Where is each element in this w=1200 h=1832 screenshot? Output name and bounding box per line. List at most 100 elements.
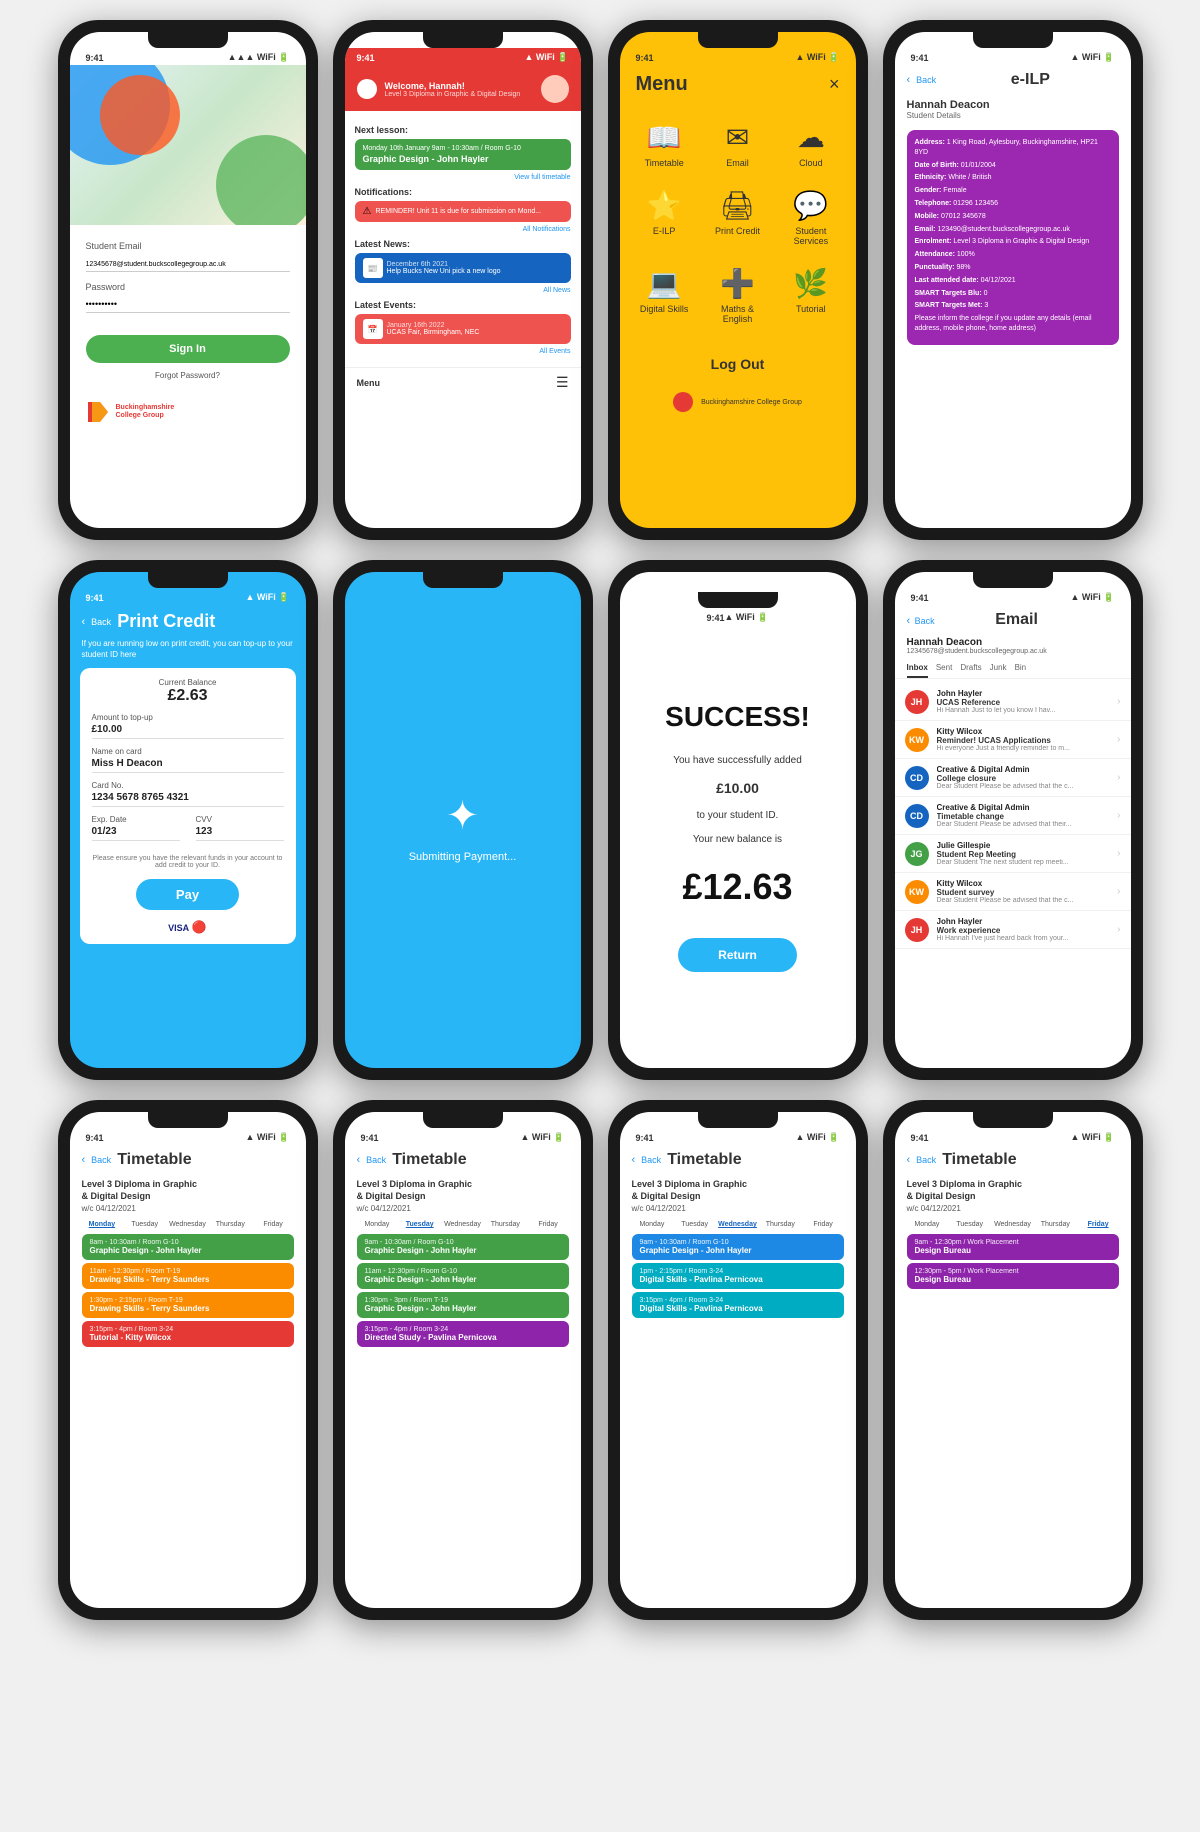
logout-button[interactable]: Log Out (620, 344, 856, 384)
all-notifications-link[interactable]: All Notifications (355, 226, 571, 233)
tab-bin[interactable]: Bin (1015, 659, 1027, 678)
all-events-link[interactable]: All Events (355, 348, 571, 355)
footer-logo-icon (673, 392, 693, 412)
timetable-info: Level 3 Diploma in Graphic& Digital Desi… (895, 1175, 1131, 1221)
return-button[interactable]: Return (678, 938, 797, 972)
day-monday[interactable]: Monday (632, 1221, 673, 1228)
top-up-row: Amount to top-up £10.00 (92, 713, 284, 739)
header-logo (357, 79, 377, 99)
day-thursday[interactable]: Thursday (760, 1221, 801, 1228)
phone-eilp: 9:41 ▲ WiFi 🔋 ‹ Back e-ILP Hannah Deacon… (883, 20, 1143, 540)
menu-item-tutorial[interactable]: 🌿 Tutorial (774, 258, 847, 336)
day-tuesday[interactable]: Tuesday (949, 1221, 990, 1228)
email-item-3[interactable]: CD Creative & Digital Admin College clos… (895, 759, 1131, 797)
top-up-value: £10.00 (92, 724, 284, 739)
eilp-label: E-ILP (653, 226, 676, 236)
eilp-attendance: Attendance: 100% (915, 250, 1111, 260)
notification-card[interactable]: ⚠ REMINDER! Unit 11 is due for submissio… (355, 201, 571, 222)
tab-sent[interactable]: Sent (936, 659, 952, 678)
lesson-1-time: 9am - 12:30pm / Work Placement (915, 1239, 1111, 1246)
day-thursday[interactable]: Thursday (210, 1221, 251, 1228)
email-input[interactable] (86, 258, 290, 272)
email-item-7[interactable]: JH John Hayler Work experience Hi Hannah… (895, 911, 1131, 949)
notch (973, 32, 1053, 48)
menu-item-timetable[interactable]: 📖 Timetable (628, 112, 701, 180)
menu-item-eilp[interactable]: ⭐ E-ILP (628, 180, 701, 258)
day-thursday[interactable]: Thursday (485, 1221, 526, 1228)
tab-inbox[interactable]: Inbox (907, 659, 928, 678)
email-item-2[interactable]: KW Kitty Wilcox Reminder! UCAS Applicati… (895, 721, 1131, 759)
day-monday[interactable]: Monday (907, 1221, 948, 1228)
tab-drafts[interactable]: Drafts (960, 659, 981, 678)
day-monday[interactable]: Monday (82, 1221, 123, 1228)
day-monday[interactable]: Monday (357, 1221, 398, 1228)
day-tuesday[interactable]: Tuesday (399, 1221, 440, 1228)
lesson-4-time: 3:15pm - 4pm / Room 3-24 (90, 1326, 286, 1333)
day-friday[interactable]: Friday (803, 1221, 844, 1228)
back-text[interactable]: Back (366, 1155, 386, 1165)
status-bar: 9:41 ▲ WiFi 🔋 (895, 588, 1131, 605)
day-friday[interactable]: Friday (253, 1221, 294, 1228)
all-news-link[interactable]: All News (355, 287, 571, 294)
phone-welcome: 9:41 ▲ WiFi 🔋 Welcome, Hannah! Level 3 D… (333, 20, 593, 540)
back-text[interactable]: Back (915, 616, 935, 626)
menu-item-cloud[interactable]: ☁ Cloud (774, 112, 847, 180)
exp-value: 01/23 (92, 826, 180, 841)
email-sender-4: Creative & Digital Admin (937, 803, 1110, 812)
close-icon[interactable]: × (829, 74, 840, 95)
menu-item-maths-english[interactable]: ➕ Maths & English (701, 258, 774, 336)
forgot-password[interactable]: Forgot Password? (86, 371, 290, 380)
screen-timetable-wednesday: 9:41 ▲ WiFi 🔋 ‹ Back Timetable Level 3 D… (620, 1112, 856, 1608)
back-text[interactable]: Back (641, 1155, 661, 1165)
day-friday[interactable]: Friday (528, 1221, 569, 1228)
day-thursday[interactable]: Thursday (1035, 1221, 1076, 1228)
notif-text: REMINDER! Unit 11 is due for submission … (375, 208, 562, 215)
back-text[interactable]: Back (91, 617, 111, 627)
next-lesson-card[interactable]: Monday 10th January 9am - 10:30am / Room… (355, 139, 571, 170)
day-wednesday[interactable]: Wednesday (442, 1221, 483, 1228)
day-wednesday[interactable]: Wednesday (717, 1221, 758, 1228)
events-card[interactable]: 📅 January 16th 2022 UCAS Fair, Birmingha… (355, 314, 571, 344)
print-header: ‹ Back Print Credit (70, 605, 306, 638)
password-input[interactable] (86, 296, 290, 313)
day-tuesday[interactable]: Tuesday (674, 1221, 715, 1228)
email-user-info: Hannah Deacon 12345678@student.buckscoll… (895, 635, 1131, 659)
back-arrow-icon: ‹ (82, 1154, 86, 1166)
news-card[interactable]: 📰 December 6th 2021 Help Bucks New Uni p… (355, 253, 571, 283)
day-labels: Monday Tuesday Wednesday Thursday Friday (895, 1221, 1131, 1228)
time: 9:41 (911, 593, 929, 603)
timetable-course: Level 3 Diploma in Graphic& Digital Desi… (632, 1179, 844, 1202)
email-sender-2: Kitty Wilcox (937, 727, 1110, 736)
chevron-right-icon: › (1117, 810, 1120, 821)
email-item-1[interactable]: JH John Hayler UCAS Reference Hi Hannah … (895, 683, 1131, 721)
signal: ▲ WiFi 🔋 (524, 52, 568, 63)
day-friday[interactable]: Friday (1078, 1221, 1119, 1228)
view-timetable-link[interactable]: View full timetable (355, 174, 571, 181)
menu-item-print[interactable]: 🖨 Print Credit (701, 180, 774, 258)
back-text[interactable]: Back (91, 1155, 111, 1165)
news-content: December 6th 2021 Help Bucks New Uni pic… (387, 261, 501, 275)
back-text[interactable]: Back (916, 1155, 936, 1165)
exp-label: Exp. Date (92, 815, 180, 824)
eilp-email: Email: 123490@student.buckscollegegroup.… (915, 225, 1111, 235)
sign-in-button[interactable]: Sign In (86, 335, 290, 363)
cvv-value: 123 (196, 826, 284, 841)
lesson-3-name: Graphic Design - John Hayler (365, 1304, 561, 1313)
menu-item-digital-skills[interactable]: 💻 Digital Skills (628, 258, 701, 336)
menu-item-email[interactable]: ✉ Email (701, 112, 774, 180)
email-item-5[interactable]: JG Julie Gillespie Student Rep Meeting D… (895, 835, 1131, 873)
day-wednesday[interactable]: Wednesday (992, 1221, 1033, 1228)
pay-button[interactable]: Pay (136, 879, 239, 910)
tab-junk[interactable]: Junk (990, 659, 1007, 678)
card-logos: VISA 🔴 (92, 920, 284, 934)
email-item-4[interactable]: CD Creative & Digital Admin Timetable ch… (895, 797, 1131, 835)
day-tuesday[interactable]: Tuesday (124, 1221, 165, 1228)
email-item-6[interactable]: KW Kitty Wilcox Student survey Dear Stud… (895, 873, 1131, 911)
lesson-4-name: Tutorial - Kitty Wilcox (90, 1333, 286, 1342)
day-wednesday[interactable]: Wednesday (167, 1221, 208, 1228)
menu-item-student-services[interactable]: 💬 Student Services (774, 180, 847, 258)
back-text[interactable]: Back (916, 75, 936, 85)
eilp-student-name: Hannah Deacon (907, 99, 1119, 111)
email-user-name: Hannah Deacon (907, 637, 1119, 648)
hamburger-icon[interactable]: ☰ (556, 374, 569, 391)
